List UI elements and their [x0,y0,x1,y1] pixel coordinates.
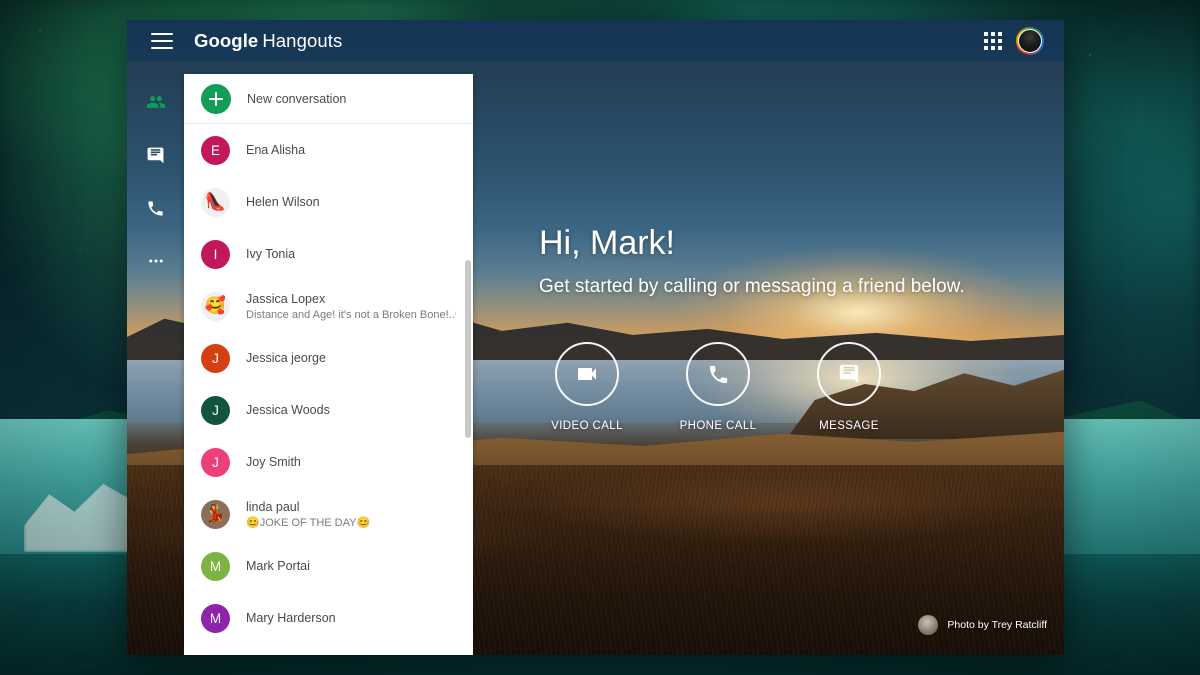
contact-row[interactable]: J Jessica jeorge [184,332,473,384]
contact-row[interactable]: 👠 Helen Wilson [184,176,473,228]
app-title: GoogleHangouts [194,30,342,52]
sidebar-item-more[interactable] [143,248,169,274]
contact-name: linda paul [246,500,370,514]
hamburger-menu-icon[interactable] [151,33,173,49]
contact-avatar: J [201,448,230,477]
message-circle [817,342,881,406]
contact-row[interactable]: M Mary Harderson [184,592,473,644]
contact-list-panel: New conversation E Ena Alisha 👠 Helen Wilso… [184,74,473,655]
header-actions [984,27,1050,55]
video-call-circle [555,342,619,406]
contacts-icon [146,92,166,112]
apps-grid-icon[interactable] [984,32,1002,50]
contact-row[interactable]: 🥰 Jassica Lopex Distance and Age! it's not… [184,280,473,332]
contact-avatar: 🥰 [201,292,230,321]
contact-avatar: M [201,604,230,633]
contact-name: Jessica jeorge [246,351,326,365]
video-camera-icon [575,362,599,386]
contact-row[interactable]: 💃 linda paul 😊JOKE OF THE DAY😊 [184,488,473,540]
contact-text: Joy Smith [246,455,301,469]
video-call-label: VIDEO CALL [551,420,623,432]
chat-bubble-icon [838,363,860,385]
contact-snippet: 😊JOKE OF THE DAY😊 [246,516,370,529]
contact-name: Mark Portai [246,559,310,573]
contact-row[interactable]: J Jessica Woods [184,384,473,436]
new-conversation-label: New conversation [247,92,346,106]
contact-name: Ena Alisha [246,143,305,157]
contact-text: Jessica jeorge [246,351,326,365]
message-label: MESSAGE [819,420,879,432]
more-icon [147,252,165,270]
contact-avatar: M [201,552,230,581]
contact-row[interactable]: M Mark Portai [184,540,473,592]
profile-avatar-image [1018,29,1042,53]
contact-text: Ena Alisha [246,143,305,157]
video-call-button[interactable]: VIDEO CALL [539,342,635,432]
sidebar-item-conversations[interactable] [143,142,169,168]
navigation-rail [127,61,184,655]
desktop-background: GoogleHangouts [0,0,1200,675]
phone-call-circle [686,342,750,406]
contact-text: Ivy Tonia [246,247,295,261]
hangouts-window: GoogleHangouts [127,20,1064,655]
photo-credit-text: Photo by Trey Ratcliff [947,619,1047,631]
quick-actions: VIDEO CALL PHONE CALL [539,342,897,432]
new-conversation-button[interactable]: New conversation [184,74,473,124]
contact-name: Jessica Woods [246,403,330,417]
contact-text: linda paul 😊JOKE OF THE DAY😊 [246,500,370,529]
list-scrollbar[interactable] [465,260,471,438]
phone-icon [146,199,165,218]
contact-name: Joy Smith [246,455,301,469]
phone-icon [707,363,730,386]
profile-avatar[interactable] [1016,27,1044,55]
app-title-hangouts: Hangouts [262,30,342,51]
contact-name: Helen Wilson [246,195,320,209]
app-header: GoogleHangouts [127,20,1064,61]
chat-icon [146,146,165,165]
contact-avatar: I [201,240,230,269]
plus-icon [201,84,231,114]
contact-name: Mary Harderson [246,611,336,625]
contact-text: Jessica Woods [246,403,330,417]
contact-text: Mark Portai [246,559,310,573]
contact-name: Ivy Tonia [246,247,295,261]
contact-row[interactable]: J Joy Smith [184,436,473,488]
contact-text: Helen Wilson [246,195,320,209]
sidebar-item-contacts[interactable] [143,89,169,115]
message-button[interactable]: MESSAGE [801,342,897,432]
contact-avatar: 👠 [201,188,230,217]
welcome-panel: Hi, Mark! Get started by calling or mess… [473,61,1064,655]
sidebar-item-phone[interactable] [143,195,169,221]
contact-avatar: J [201,396,230,425]
contact-list: E Ena Alisha 👠 Helen Wilson I Ivy Tonia 🥰 Jassi… [184,124,473,655]
contact-text: Mary Harderson [246,611,336,625]
contact-name: Jassica Lopex [246,292,456,306]
app-title-google: Google [194,30,258,51]
page-subtitle: Get started by calling or messaging a fr… [539,276,965,298]
contact-row[interactable]: E Ena Alisha [184,124,473,176]
photographer-avatar [918,615,938,635]
contact-text: Jassica Lopex Distance and Age! it's not … [246,292,456,321]
contact-row[interactable]: I Ivy Tonia [184,228,473,280]
page-title: Hi, Mark! [539,224,675,263]
phone-call-label: PHONE CALL [680,420,757,432]
phone-call-button[interactable]: PHONE CALL [670,342,766,432]
contact-snippet: Distance and Age! it's not a Broken Bone… [246,308,456,321]
photo-credit: Photo by Trey Ratcliff [918,615,1047,635]
contact-avatar: E [201,136,230,165]
contact-avatar: J [201,344,230,373]
contact-avatar: 💃 [201,500,230,529]
